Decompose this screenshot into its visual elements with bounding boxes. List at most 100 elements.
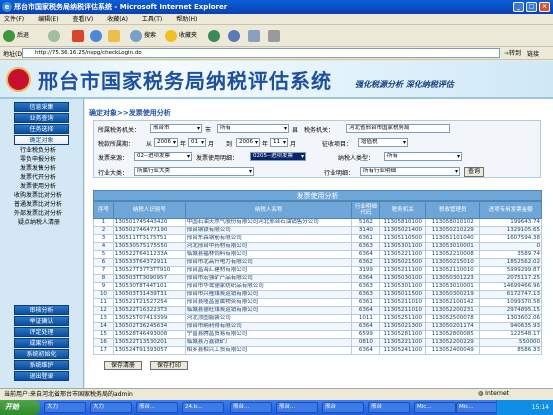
forward-button[interactable] — [48, 29, 62, 43]
taxpayer-type-select[interactable]: 所有 — [384, 152, 462, 161]
go-label: 转到 — [509, 50, 522, 57]
industry-detail-select[interactable]: 所有行业明细 — [360, 167, 460, 176]
tax-office-city-select[interactable]: 邢台市 — [150, 124, 202, 133]
taskbar-button[interactable]: 大力 — [44, 402, 86, 413]
source-select[interactable]: 02--进项发票 — [134, 152, 192, 161]
sidebar-item-industry-tax[interactable]: 行业税负分析 — [20, 147, 56, 155]
table-cell: 940635.93 — [479, 322, 542, 331]
sidebar-item-zero-declare[interactable]: 零负申报分析 — [20, 156, 56, 164]
history-button[interactable] — [228, 29, 242, 43]
table-cell: 130530T8T44T101 — [112, 282, 186, 291]
menu-tools[interactable]: 工具(T) — [142, 16, 162, 23]
table-cell: 宁晋县腾昌贸易有限公司 — [184, 330, 353, 339]
taskbar-button[interactable]: 邢台 — [368, 402, 410, 413]
nav-determine-object[interactable]: 确定对象 — [14, 135, 69, 145]
search-button[interactable]: 搜索 — [130, 29, 156, 43]
end-year-select[interactable]: 2006 — [236, 138, 260, 147]
links-button[interactable]: 链接 — [527, 49, 539, 58]
table-cell: 11305221100 — [379, 250, 427, 259]
table-row[interactable]: 4 130530575175550 河北邢台中药材有限公司 6363 113053011… — [93, 242, 542, 251]
nav-info-collect[interactable]: 信息采集 — [14, 102, 69, 112]
sidebar-item-invoice-agent[interactable]: 发票代开分析 — [20, 174, 56, 182]
table-row[interactable]: 7 130527T37T3TT910 邢台昌海汇建材有限公司 3199 11305211… — [93, 266, 542, 275]
menu-file[interactable]: 文件(F) — [4, 16, 24, 23]
menu-view[interactable]: 查看(V) — [72, 16, 93, 23]
slogan: 强化税源分析 深化纳税评估 — [355, 80, 454, 89]
start-button[interactable]: 开始 — [0, 400, 40, 415]
nav-audit-analysis[interactable]: 审核分析 — [14, 305, 69, 315]
nav-assessment[interactable]: 评定处理 — [14, 327, 69, 337]
nav-result-analysis[interactable]: 成果分析 — [14, 338, 69, 348]
table-row[interactable]: 11 130521T21527254 邢台县隆昌金属物资有限公司 6361 113052… — [93, 298, 542, 307]
sidebar-item-normal-compare[interactable]: 普通发票比对分析 — [14, 201, 62, 209]
home-button[interactable] — [108, 29, 122, 43]
go-button[interactable]: ➔转到 — [504, 48, 521, 57]
mail-button[interactable] — [248, 29, 262, 43]
save-print-button[interactable]: 保存打印 — [150, 361, 188, 370]
status-text: 当前用户:来自河北省邢台市国家税务局的admin — [4, 391, 133, 398]
sidebar-item-invoice-sale[interactable]: 发票发售分析 — [20, 165, 56, 173]
sidebar-item-purchase-compare[interactable]: 收购发票比对分析 — [14, 192, 62, 200]
print-button[interactable] — [268, 29, 282, 43]
table-row[interactable]: 3 130511TT3175T51 邢台东森钢筋有限公司 6361 1130511050… — [93, 234, 542, 243]
maximize-icon[interactable]: □ — [526, 2, 537, 12]
table-row[interactable]: 5 130522T6411233A 临城县福林饲料有限公司 6364 113052211… — [93, 250, 542, 259]
table-row[interactable]: 9 130530T8T44T101 邢台市华鹭德家纺织品有限公司 6363 113053… — [93, 282, 542, 291]
table-row[interactable]: 10 130503T31439T31 邢台市兴隆煤炭运销有限公司 6363 113050… — [93, 290, 542, 299]
media-button[interactable] — [208, 29, 222, 43]
table-row[interactable]: 15 130528T46493008 宁晋县腾昌贸易有限公司 6599 11305281… — [93, 330, 542, 339]
table-row[interactable]: 8 130503TT3090957 邢台市宏强矿产品有限公司 6364 11305030… — [93, 274, 542, 283]
start-year-select[interactable]: 2006 — [154, 138, 178, 147]
table-row[interactable]: 14 130502T36245634 邢台市纳利得有限公司 6364 113050213… — [93, 322, 542, 331]
back-button[interactable]: 后退 — [3, 29, 29, 43]
sidebar-item-suspect-list[interactable]: 疑点纳税人清册 — [18, 219, 60, 227]
nav-system-maintain[interactable]: 系统维护 — [14, 360, 69, 370]
refresh-button[interactable] — [90, 29, 104, 43]
table-row[interactable]: 12 130522T163223T3 临城县德旺煤炭运销有限公司 6364 113052… — [93, 306, 542, 315]
sidebar-item-external-compare[interactable]: 外部发票比对分析 — [14, 210, 62, 218]
taskbar-button[interactable]: 邢台... — [230, 402, 272, 413]
close-icon[interactable]: × — [539, 2, 550, 12]
minimize-icon[interactable]: _ — [513, 2, 524, 12]
table-row[interactable]: 17 130524T91393057 柏乡县柏兴工贸有限公司 6364 11305241… — [93, 346, 542, 355]
menu-help[interactable]: 帮助(H) — [176, 16, 197, 23]
taskbar-button[interactable]: 邢台... — [136, 402, 178, 413]
query-button[interactable]: 查询 — [464, 167, 484, 177]
system-tray: 15:14 — [496, 400, 553, 415]
taskbar-button[interactable]: Mic... — [456, 402, 498, 413]
start-month-select[interactable]: 01 — [188, 138, 206, 147]
use-detail-label: 发票使用明细： — [196, 155, 239, 162]
stop-button[interactable] — [72, 29, 86, 43]
address-input[interactable]: http://75.36.16.25/nspg/checkLogin.do — [22, 48, 500, 58]
table-cell: 5999299.87 — [479, 266, 542, 275]
nav-logout[interactable]: 退出登录 — [14, 371, 69, 381]
use-detail-select[interactable]: 0205--进项发票 — [250, 152, 306, 161]
table-row[interactable]: 6 130533T64372911 邢台市北高升电力有限公司 6362 11305021… — [93, 258, 542, 267]
table-row[interactable]: 13 130525T07413399 河北顶图服装公司 1011 11305251100… — [93, 314, 542, 323]
industry-select[interactable]: 所属行业大类 — [134, 167, 254, 176]
nav-system-init[interactable]: 系统初始化 — [14, 349, 69, 359]
table-cell: 6362 — [351, 258, 381, 267]
tax-org-field[interactable]: 河北省邢台市国家税务局 — [346, 124, 450, 133]
taskbar-button[interactable]: 邢台... — [276, 402, 318, 413]
menu-edit[interactable]: 编辑(E) — [38, 16, 58, 23]
table-cell: 113050215010 — [425, 258, 481, 267]
end-month-select[interactable]: 11 — [270, 138, 288, 147]
taskbar-button[interactable]: 邢台 — [322, 402, 364, 413]
taskbar-button[interactable]: 24.b... — [182, 402, 224, 413]
levy-select[interactable]: 增值税 — [358, 138, 408, 147]
tax-office-county-select[interactable]: 所有 — [217, 124, 289, 133]
save-list-button[interactable]: 保存清册 — [104, 361, 142, 370]
table-row[interactable]: 16 130522T13530201 临城县万鑫铁矿厂 0810 11305221100… — [93, 338, 542, 347]
table-row[interactable]: 1 130501745443420 中国石油天然气股份有限公司河北邢台石油销售分公司… — [93, 218, 542, 227]
nav-task-select[interactable]: 任务选择 — [14, 124, 69, 134]
favorites-button[interactable]: 收藏夹 — [165, 29, 197, 43]
taskbar-button[interactable]: Mic... — [414, 402, 456, 413]
table-row[interactable]: 2 130502746477190 邢台钢铁有限公司 3140 11305021400 1… — [93, 226, 542, 235]
sidebar-item-invoice-use[interactable]: 发票使用分析 — [20, 183, 56, 191]
nav-evidence-confirm[interactable]: 举证确认 — [14, 316, 69, 326]
table-cell: 6599 — [351, 330, 381, 339]
menu-favorites[interactable]: 收藏(A) — [107, 16, 128, 23]
nav-business-query[interactable]: 业务查询 — [14, 113, 69, 123]
taskbar-button[interactable]: 大力 — [90, 402, 132, 413]
